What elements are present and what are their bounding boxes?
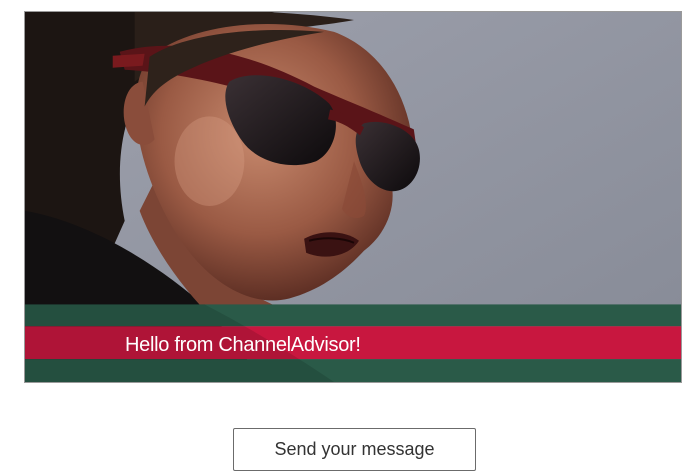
video-player[interactable]: Hello from ChannelAdvisor! [24,11,682,383]
video-banner-text: Hello from ChannelAdvisor! [125,334,361,356]
video-frame-image [25,12,681,382]
page: Hello from ChannelAdvisor! Send your mes… [0,0,683,475]
send-message-button[interactable]: Send your message [233,428,476,471]
